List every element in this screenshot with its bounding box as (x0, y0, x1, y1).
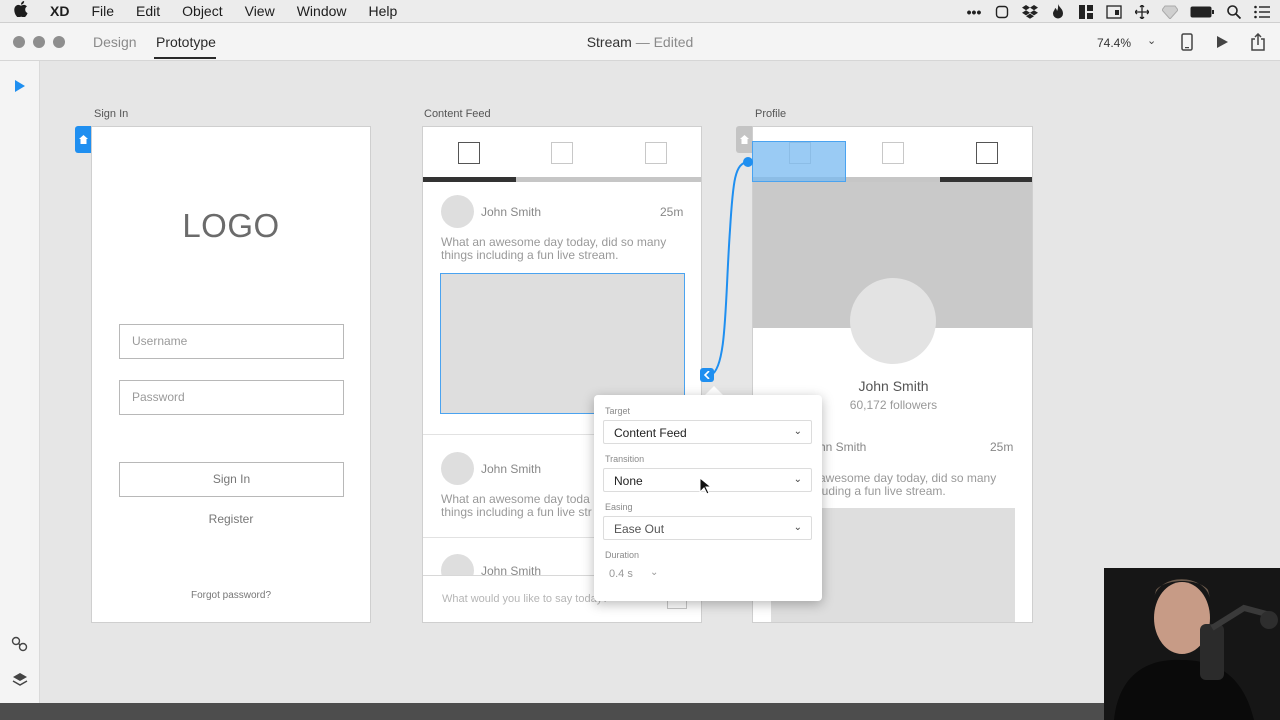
popover-arrow (705, 386, 723, 395)
duration-label: Duration (605, 550, 640, 560)
easing-value: Ease Out (614, 522, 665, 536)
webcam-overlay (1104, 568, 1280, 720)
interaction-popover: Target Content Feed ⌄ Transition None ⌄ … (594, 395, 822, 601)
chevron-down-icon: ⌄ (793, 522, 802, 533)
prototype-wire (710, 157, 753, 376)
target-select[interactable]: Content Feed ⌄ (603, 420, 812, 444)
transition-value: None (614, 474, 643, 488)
transition-label: Transition (605, 454, 645, 464)
wire-handle-icon[interactable] (700, 368, 714, 382)
chevron-down-icon[interactable]: ⌄ (650, 567, 658, 578)
easing-label: Easing (605, 502, 633, 512)
chevron-down-icon: ⌄ (793, 426, 802, 437)
chevron-down-icon: ⌄ (793, 474, 802, 485)
mouse-cursor-icon (699, 477, 711, 495)
target-value: Content Feed (614, 426, 687, 440)
easing-select[interactable]: Ease Out ⌄ (603, 516, 812, 540)
target-label: Target (605, 406, 631, 416)
desktop-background (0, 703, 1104, 720)
duration-value[interactable]: 0.4 s (609, 568, 633, 580)
